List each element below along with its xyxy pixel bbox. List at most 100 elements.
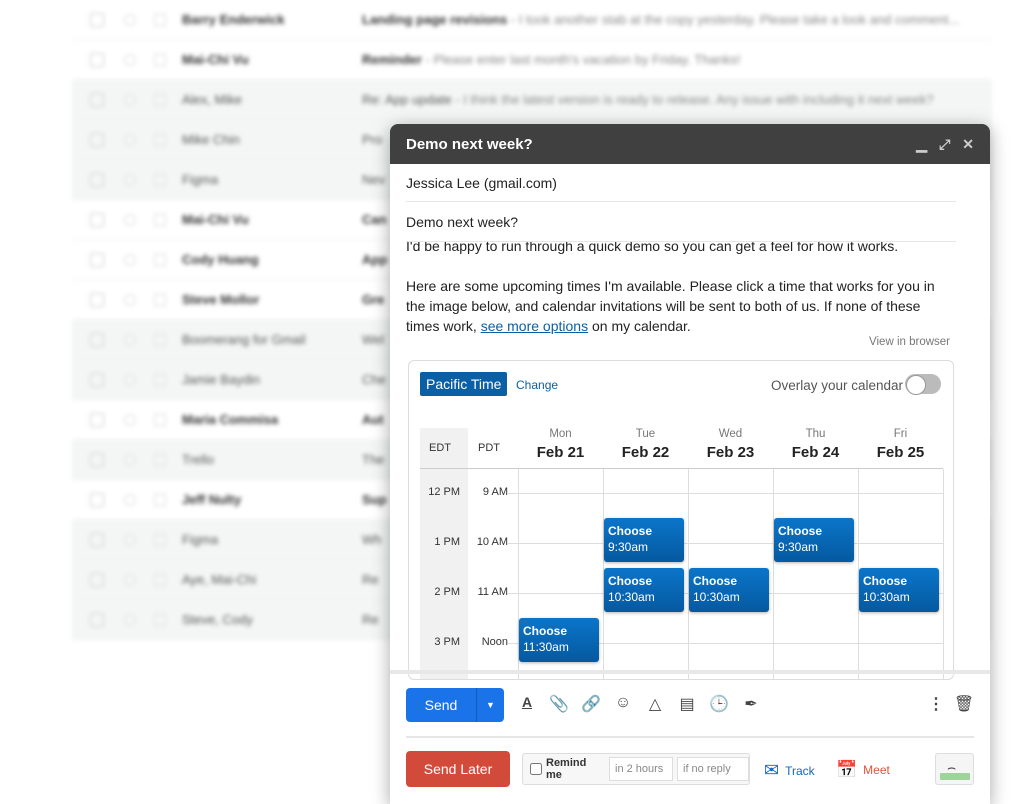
view-in-browser-link[interactable]: View in browser — [869, 336, 950, 348]
row-checkbox[interactable] — [90, 332, 104, 347]
signature-icon[interactable]: ✒ — [740, 694, 762, 714]
photo-icon[interactable]: ▤ — [676, 694, 698, 714]
more-options-icon[interactable]: ⋮ — [925, 694, 947, 714]
time-slot-button[interactable]: Choose 10:30am — [859, 568, 939, 612]
track-label: Track — [785, 763, 815, 778]
row-checkbox[interactable] — [90, 52, 104, 67]
overlay-toggle[interactable] — [905, 374, 941, 395]
email-row[interactable]: Barry Enderwick Landing page revisions - … — [72, 0, 992, 40]
emoji-icon[interactable]: ☺ — [612, 694, 634, 712]
time-slot-button[interactable]: Choose 9:30am — [604, 518, 684, 562]
important-icon[interactable] — [154, 53, 166, 66]
change-timezone-link[interactable]: Change — [516, 378, 558, 392]
star-icon[interactable] — [124, 13, 136, 26]
row-checkbox[interactable] — [90, 492, 104, 507]
remind-me-checkbox[interactable] — [530, 763, 542, 775]
send-button[interactable]: Send ▼ — [406, 688, 504, 722]
important-icon[interactable] — [154, 253, 166, 266]
send-later-button[interactable]: Send Later — [406, 751, 510, 787]
star-icon[interactable] — [124, 93, 136, 106]
important-icon[interactable] — [154, 133, 166, 146]
to-field[interactable]: Jessica Lee (gmail.com) — [406, 175, 956, 202]
track-button[interactable]: ✉ Track — [764, 760, 815, 781]
sender: Jamie Baydin — [182, 372, 261, 387]
time-slot-button[interactable]: Choose 10:30am — [689, 568, 769, 612]
row-checkbox[interactable] — [90, 372, 104, 387]
slot-label: Choose — [693, 574, 738, 588]
important-icon[interactable] — [154, 293, 166, 306]
star-icon[interactable] — [124, 493, 136, 506]
day-date: Feb 23 — [706, 444, 755, 461]
time-slot-button[interactable]: Choose 11:30am — [519, 618, 599, 662]
email-row[interactable]: Alex, Mike Re: App update - I think the l… — [72, 80, 992, 120]
row-checkbox[interactable] — [90, 212, 104, 227]
subject: Nev — [362, 172, 386, 187]
remind-condition-field[interactable] — [677, 757, 749, 781]
row-checkbox[interactable] — [90, 532, 104, 547]
important-icon[interactable] — [154, 173, 166, 186]
star-icon[interactable] — [124, 253, 136, 266]
send-label[interactable]: Send — [406, 688, 477, 722]
formatting-icon[interactable]: A — [516, 694, 538, 710]
drive-icon[interactable]: △ — [644, 694, 666, 714]
star-icon[interactable] — [124, 53, 136, 66]
important-icon[interactable] — [154, 533, 166, 546]
row-checkbox[interactable] — [90, 92, 104, 107]
star-icon[interactable] — [124, 533, 136, 546]
important-icon[interactable] — [154, 453, 166, 466]
message-body[interactable]: I'd be happy to run through a quick demo… — [406, 236, 946, 336]
important-icon[interactable] — [154, 333, 166, 346]
star-icon[interactable] — [124, 333, 136, 346]
slot-label: Choose — [863, 574, 908, 588]
important-icon[interactable] — [154, 213, 166, 226]
star-icon[interactable] — [124, 173, 136, 186]
close-icon[interactable]: ✕ — [962, 136, 974, 153]
link-icon[interactable]: 🔗 — [580, 694, 602, 714]
attach-icon[interactable]: 📎 — [548, 694, 570, 714]
important-icon[interactable] — [154, 573, 166, 586]
expand-icon[interactable]: ⤢ — [939, 136, 950, 153]
important-icon[interactable] — [154, 373, 166, 386]
row-checkbox[interactable] — [90, 452, 104, 467]
confidential-mode-icon[interactable]: 🕒 — [708, 694, 730, 714]
subject: Pro — [362, 132, 383, 147]
time-slot-button[interactable]: Choose 10:30am — [604, 568, 684, 612]
send-options-chevron-icon[interactable]: ▼ — [477, 688, 504, 722]
slot-time: 10:30am — [608, 590, 655, 604]
slot-label: Choose — [523, 624, 568, 638]
day-date: Feb 24 — [791, 444, 840, 461]
important-icon[interactable] — [154, 93, 166, 106]
slot-label: Choose — [608, 574, 653, 588]
star-icon[interactable] — [124, 293, 136, 306]
row-checkbox[interactable] — [90, 132, 104, 147]
email-row[interactable]: Mai-Chi Vu Reminder - Please enter last m… — [72, 40, 992, 80]
important-icon[interactable] — [154, 493, 166, 506]
important-icon[interactable] — [154, 613, 166, 626]
row-checkbox[interactable] — [90, 252, 104, 267]
minimize-icon[interactable]: ▁ — [916, 136, 927, 153]
star-icon[interactable] — [124, 373, 136, 386]
row-checkbox[interactable] — [90, 612, 104, 627]
star-icon[interactable] — [124, 453, 136, 466]
day-name: Mon — [549, 428, 572, 440]
star-icon[interactable] — [124, 133, 136, 146]
slot-label: Choose — [608, 524, 653, 538]
trash-icon[interactable]: 🗑 — [953, 694, 975, 714]
see-more-options-link[interactable]: see more options — [481, 318, 588, 334]
star-icon[interactable] — [124, 213, 136, 226]
remind-when-field[interactable] — [609, 757, 673, 781]
meet-button[interactable]: 📅 Meet — [836, 760, 890, 780]
important-icon[interactable] — [154, 13, 166, 26]
row-checkbox[interactable] — [90, 12, 104, 27]
row-checkbox[interactable] — [90, 412, 104, 427]
row-checkbox[interactable] — [90, 172, 104, 187]
response-meter-widget[interactable]: ⌢ — [935, 753, 974, 785]
star-icon[interactable] — [124, 413, 136, 426]
time-slot-button[interactable]: Choose 9:30am — [774, 518, 854, 562]
star-icon[interactable] — [124, 613, 136, 626]
star-icon[interactable] — [124, 573, 136, 586]
row-checkbox[interactable] — [90, 292, 104, 307]
important-icon[interactable] — [154, 413, 166, 426]
row-checkbox[interactable] — [90, 572, 104, 587]
subject-field[interactable]: Demo next week? — [406, 214, 956, 242]
